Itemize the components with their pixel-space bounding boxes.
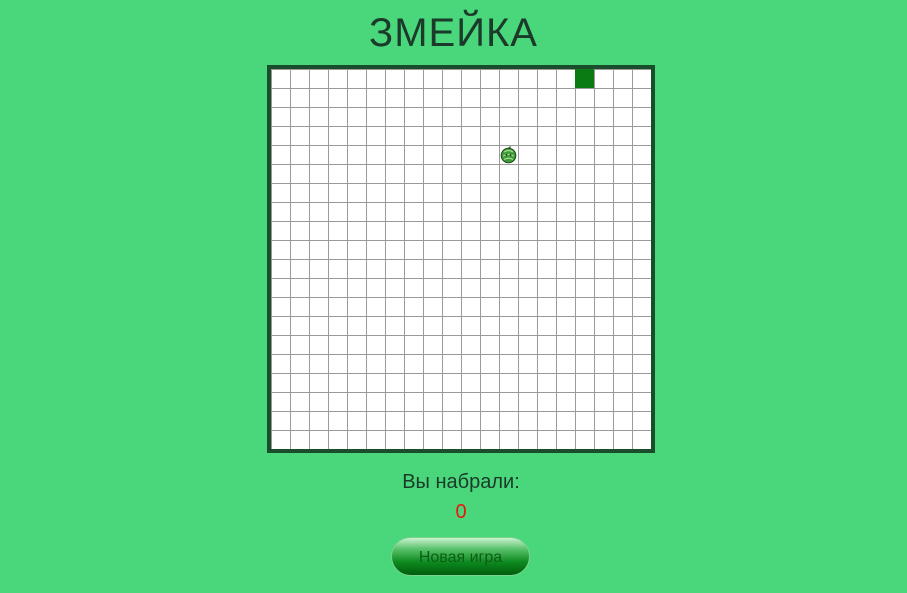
- watermelon-icon: [499, 145, 518, 164]
- game-title: ЗМЕЙКА: [369, 11, 538, 55]
- snake-head: [575, 69, 594, 88]
- score-label: Вы набрали:: [402, 471, 520, 493]
- score-value: 0: [455, 501, 467, 523]
- new-game-button[interactable]: Новая игра: [391, 537, 530, 576]
- game-board[interactable]: [267, 65, 655, 453]
